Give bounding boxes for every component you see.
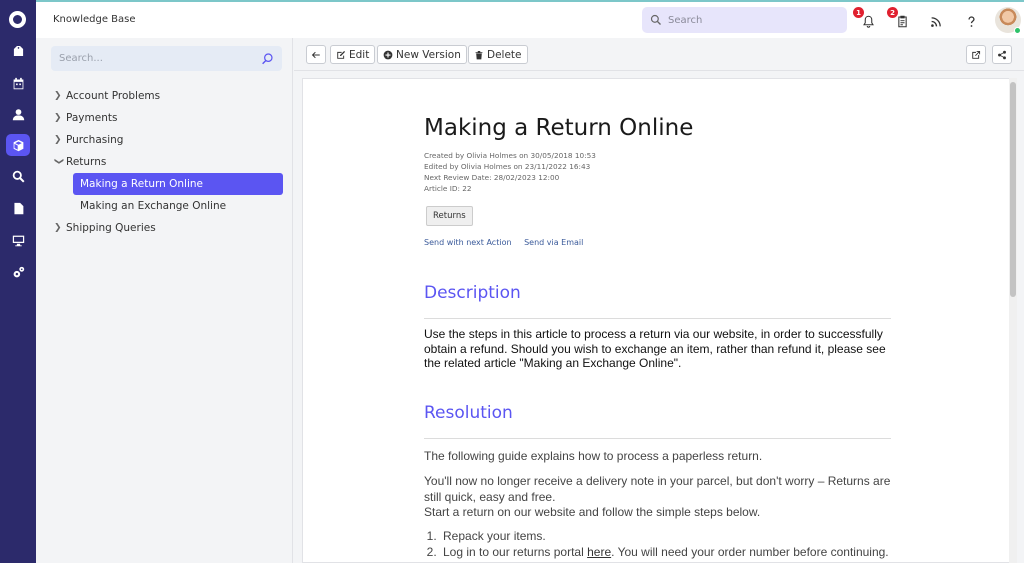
new-version-button[interactable]: New Version [377, 45, 467, 64]
top-bar: Knowledge Base 1 2 [36, 0, 1024, 38]
settings-gear-icon[interactable] [6, 261, 30, 283]
external-link-icon [972, 50, 981, 59]
arrow-left-icon [311, 51, 320, 58]
tree-item-shipping-queries[interactable]: ❯ Shipping Queries [54, 217, 284, 239]
step-text: . You will need your order number before… [611, 545, 889, 559]
knowledge-base-sidebar: ❯ Account Problems ❯ Payments ❯ Purchasi… [36, 38, 293, 563]
share-icon [998, 50, 1006, 59]
resolution-start: Start a return on our website and follow… [424, 505, 761, 519]
article-scrollbar-thumb[interactable] [1010, 82, 1016, 297]
tree-item-label: Purchasing [66, 134, 124, 146]
chevron-right-icon[interactable]: ❯ [54, 135, 66, 145]
help-button[interactable] [963, 13, 979, 29]
app-logo-icon[interactable] [9, 11, 26, 28]
resolution-note: You'll now no longer receive a delivery … [424, 474, 891, 504]
bell-icon [862, 15, 874, 28]
tree-item-purchasing[interactable]: ❯ Purchasing [54, 129, 284, 151]
chevron-down-icon[interactable]: ❯ [54, 158, 64, 167]
article-toolbar: Edit New Version Delete [294, 38, 1024, 71]
trash-icon [475, 50, 483, 59]
calendar-icon[interactable] [6, 72, 30, 94]
sidebar-search-input[interactable] [59, 53, 261, 64]
document-icon[interactable] [6, 197, 30, 219]
tasks-button[interactable]: 2 [887, 7, 910, 29]
returns-portal-link[interactable]: here [587, 545, 611, 559]
return-steps-list: Repack your items. Log in to our returns… [424, 528, 891, 560]
article-title: Making a Return Online [424, 115, 694, 141]
tree-item-payments[interactable]: ❯ Payments [54, 107, 284, 129]
open-external-button[interactable] [966, 45, 986, 64]
tree-child-label: Making a Return Online [80, 178, 203, 190]
tree-item-label: Returns [66, 156, 107, 168]
article-id: Article ID: 22 [424, 184, 472, 193]
edit-button[interactable]: Edit [330, 45, 376, 64]
notifications-badge: 1 [853, 7, 864, 18]
online-status-indicator [1014, 27, 1021, 34]
edited-info: Edited by Olivia Holmes on 23/11/2022 16… [424, 162, 591, 171]
tree-item-account-problems[interactable]: ❯ Account Problems [54, 85, 284, 107]
back-button[interactable] [306, 45, 326, 64]
next-review-info: Next Review Date: 28/02/2023 12:00 [424, 173, 560, 182]
global-search-input[interactable] [668, 14, 838, 26]
description-text: Use the steps in this article to process… [424, 327, 886, 370]
step-text: Repack your items. [443, 529, 546, 543]
divider [424, 438, 891, 439]
rss-icon [930, 16, 941, 27]
tree-child-making-a-return-online[interactable]: Making a Return Online [73, 173, 283, 195]
list-item: Log in to our returns portal here. You w… [440, 544, 891, 560]
edit-icon [337, 50, 346, 59]
category-tag[interactable]: Returns [426, 206, 473, 226]
tree-item-label: Payments [66, 112, 118, 124]
global-search[interactable] [642, 7, 847, 33]
resolution-heading: Resolution [424, 403, 513, 423]
search-icon[interactable] [261, 52, 274, 65]
send-links: Send with next Action Send via Email [424, 238, 593, 247]
search-icon[interactable] [6, 165, 30, 187]
tasks-badge: 2 [887, 7, 898, 18]
category-tree: ❯ Account Problems ❯ Payments ❯ Purchasi… [54, 85, 284, 239]
article-panel: Making a Return Online Created by Olivia… [302, 78, 1017, 563]
chevron-right-icon[interactable]: ❯ [54, 91, 66, 101]
left-nav-rail [0, 0, 36, 563]
share-button[interactable] [992, 45, 1012, 64]
tree-child-making-an-exchange-online[interactable]: Making an Exchange Online [73, 195, 283, 217]
description-heading: Description [424, 283, 521, 303]
list-item: Repack your items. [440, 528, 891, 544]
notifications-button[interactable]: 1 [853, 7, 876, 29]
tree-child-label: Making an Exchange Online [80, 200, 227, 212]
send-with-next-action-link[interactable]: Send with next Action [424, 238, 512, 247]
divider [424, 318, 891, 319]
new-version-button-label: New Version [396, 48, 461, 61]
tree-item-returns[interactable]: ❯ Returns [54, 151, 284, 173]
clipboard-icon [897, 15, 907, 27]
article-metadata: Created by Olivia Holmes on 30/05/2018 1… [424, 150, 596, 194]
created-info: Created by Olivia Holmes on 30/05/2018 1… [424, 151, 596, 160]
chevron-right-icon[interactable]: ❯ [54, 113, 66, 123]
edit-button-label: Edit [349, 48, 370, 61]
search-icon [650, 14, 661, 25]
delete-button[interactable]: Delete [468, 45, 528, 64]
monitor-icon[interactable] [6, 229, 30, 251]
app-title: Knowledge Base [53, 14, 136, 25]
sidebar-search[interactable] [51, 46, 282, 71]
tree-item-label: Shipping Queries [66, 222, 156, 234]
help-icon [967, 15, 975, 27]
rss-feed-button[interactable] [928, 13, 944, 29]
plus-circle-icon [383, 50, 393, 59]
knowledge-base-icon[interactable] [6, 134, 30, 156]
delete-button-label: Delete [487, 48, 522, 61]
send-via-email-link[interactable]: Send via Email [524, 238, 583, 247]
tag-icon[interactable] [6, 41, 30, 63]
user-icon[interactable] [6, 103, 30, 125]
tree-item-label: Account Problems [66, 90, 161, 102]
step-text: Log in to our returns portal [443, 545, 588, 559]
resolution-intro: The following guide explains how to proc… [424, 449, 763, 463]
chevron-right-icon[interactable]: ❯ [54, 223, 66, 233]
